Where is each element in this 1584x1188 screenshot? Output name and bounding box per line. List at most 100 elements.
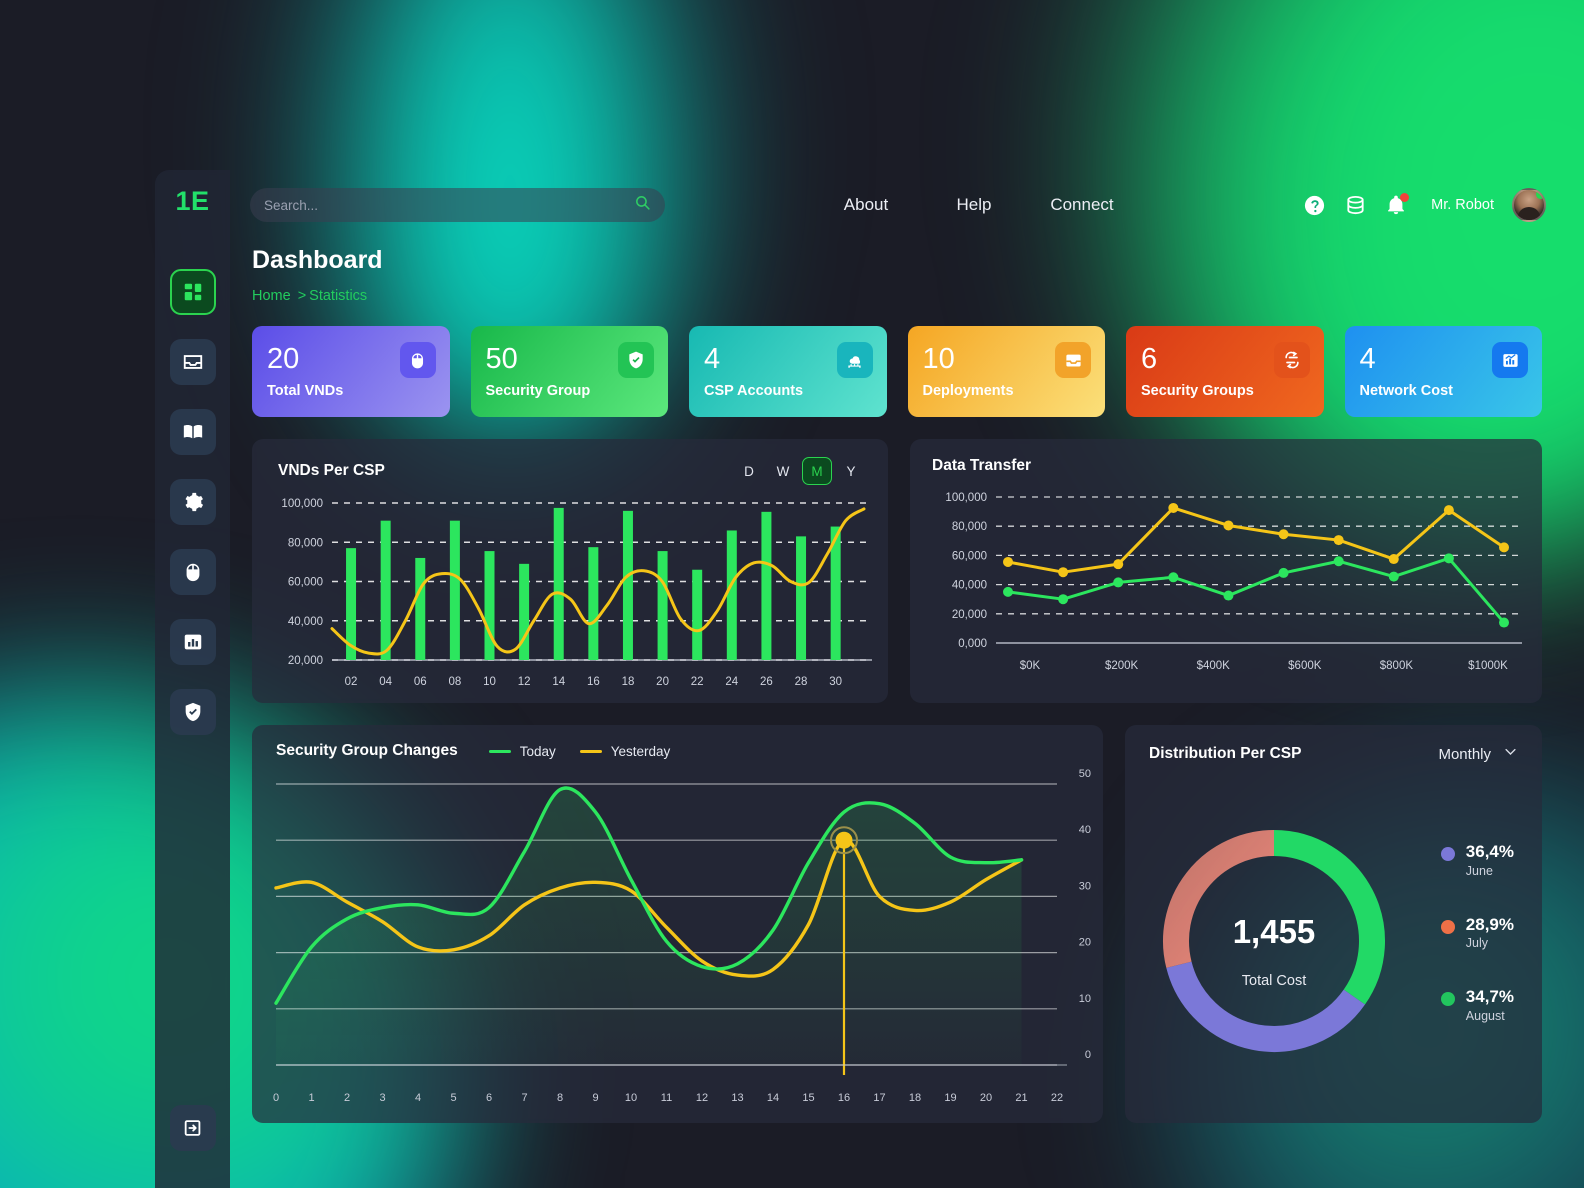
- nav-link-about[interactable]: About: [812, 195, 920, 215]
- svg-text:4: 4: [415, 1092, 421, 1104]
- stat-card-total-vnds[interactable]: 20 Total VNDs: [252, 326, 450, 417]
- data-point: [1223, 590, 1234, 601]
- bar: [657, 551, 668, 660]
- svg-text:100,000: 100,000: [945, 492, 987, 504]
- shield-check-icon: [618, 342, 654, 378]
- stat-card-security-group[interactable]: 50 Security Group: [470, 326, 668, 417]
- stat-card-deployments[interactable]: 10 Deployments: [907, 326, 1105, 417]
- svg-text:20: 20: [980, 1092, 992, 1104]
- data-point: [1499, 542, 1509, 553]
- search-box[interactable]: [250, 188, 665, 222]
- sidebar-item-library[interactable]: [169, 409, 216, 455]
- range-btn-y[interactable]: Y: [836, 457, 866, 485]
- svg-text:7: 7: [521, 1092, 527, 1104]
- stat-label: CSP Accounts: [704, 382, 804, 399]
- topbar-actions: Mr. Robot: [1303, 188, 1546, 222]
- data-point: [1278, 567, 1289, 578]
- svg-text:24: 24: [725, 676, 738, 688]
- svg-text:0: 0: [1085, 1049, 1091, 1061]
- svg-text:80,000: 80,000: [288, 537, 323, 549]
- donut-center-value: 1,455: [1233, 913, 1316, 950]
- sidebar-item-devices[interactable]: [169, 549, 216, 595]
- svg-text:30: 30: [1079, 880, 1091, 892]
- breadcrumb-current[interactable]: Statistics: [309, 288, 367, 304]
- mouse-icon: [182, 561, 204, 583]
- data-point: [1388, 571, 1399, 582]
- legend-swatch: [488, 749, 511, 753]
- chart-vnds-per-csp: 20,000 40,000 60,000 80,000 100,000 02 04 06 08 1…: [281, 498, 872, 688]
- screen: 1E Search... About Help Connect Mr. Robo…: [0, 0, 1584, 1188]
- svg-text:40: 40: [1079, 824, 1091, 836]
- donut-legend-label: August: [1465, 1009, 1505, 1024]
- svg-text:12: 12: [696, 1092, 708, 1104]
- svg-text:40,000: 40,000: [952, 580, 987, 592]
- panel-distribution-per-csp: Distribution Per CSP Monthly 1,455 Total …: [1125, 725, 1542, 1123]
- data-point: [1278, 529, 1289, 540]
- search-icon[interactable]: [634, 194, 651, 216]
- bar: [692, 569, 703, 660]
- range-btn-m[interactable]: M: [802, 457, 832, 485]
- svg-text:08: 08: [448, 676, 461, 688]
- legend-item-yesterday: Yesterday: [579, 744, 670, 759]
- chart-legend: Today Yesterday: [488, 743, 670, 759]
- svg-text:20,000: 20,000: [288, 655, 323, 667]
- donut-legend-percent: 34,7%: [1465, 987, 1514, 1007]
- stat-card-csp-accounts[interactable]: 4 CSP Accounts: [689, 326, 887, 417]
- period-select-value: Monthly: [1438, 745, 1491, 763]
- svg-text:22: 22: [691, 676, 704, 688]
- page-header: Dashboard Home > Statistics: [230, 240, 1580, 304]
- donut-legend-percent: 36,4%: [1465, 842, 1514, 861]
- range-btn-w[interactable]: W: [768, 457, 798, 485]
- breadcrumb-home[interactable]: Home: [252, 288, 291, 304]
- bar: [380, 520, 391, 660]
- app-logo[interactable]: 1E: [175, 186, 209, 217]
- sidebar-item-security[interactable]: [169, 689, 216, 735]
- bell-icon[interactable]: [1385, 193, 1410, 216]
- data-point: [1058, 567, 1069, 578]
- svg-text:14: 14: [552, 676, 565, 688]
- svg-text:02: 02: [345, 676, 358, 688]
- svg-text:2: 2: [344, 1092, 350, 1104]
- nav-link-help[interactable]: Help: [920, 195, 1028, 215]
- svg-text:60,000: 60,000: [952, 550, 987, 562]
- stat-label: Network Cost: [1359, 382, 1453, 399]
- data-point: [1499, 617, 1509, 628]
- bar: [761, 511, 772, 660]
- chart-security-group-changes: 010203040500 1 2 3 4 5 6 7 8 9 10 11 12 13 14 15 16 17 18 1…: [273, 768, 1091, 1104]
- data-point: [1388, 554, 1399, 565]
- search-input[interactable]: [264, 197, 634, 213]
- main-content: About Help Connect: [230, 170, 1580, 1188]
- range-btn-d[interactable]: D: [734, 457, 764, 485]
- avatar[interactable]: [1512, 188, 1546, 222]
- panel-data-transfer: Data Transfer 0,000 20,000 40,000 60,000 80,…: [910, 439, 1542, 703]
- svg-text:9: 9: [592, 1092, 598, 1104]
- panel-title-vnds: VNDs Per CSP: [278, 462, 385, 479]
- stat-card-security-groups[interactable]: 6 Security Groups: [1126, 326, 1324, 417]
- svg-text:$1000K: $1000K: [1468, 660, 1508, 672]
- inbox-icon: [182, 351, 204, 373]
- donut-legend-item-july: 28,9% July: [1440, 915, 1514, 950]
- period-select[interactable]: Monthly: [1438, 744, 1518, 764]
- sidebar-item-dashboard[interactable]: [169, 269, 216, 315]
- stat-cards: 20 Total VNDs 50 Security Group 4 CSP Account…: [230, 304, 1580, 417]
- nav-link-connect[interactable]: Connect: [1028, 195, 1136, 215]
- sidebar-item-reports[interactable]: [169, 619, 216, 665]
- donut-center-label: Total Cost: [1242, 973, 1306, 989]
- data-point: [1058, 594, 1069, 605]
- database-icon[interactable]: [1344, 194, 1367, 217]
- legend-label: Today: [519, 743, 556, 759]
- legend-swatch: [1440, 992, 1455, 1007]
- question-circle-icon[interactable]: [1303, 194, 1326, 217]
- stat-card-network-cost[interactable]: 4 Network Cost: [1344, 326, 1542, 417]
- top-nav: About Help Connect: [812, 195, 1136, 215]
- svg-text:15: 15: [802, 1092, 814, 1104]
- sidebar-item-inbox[interactable]: [169, 339, 216, 385]
- svg-text:1: 1: [308, 1092, 314, 1104]
- donut-legend-item-august: 34,7% August: [1440, 987, 1514, 1024]
- stat-label: Total VNDs: [267, 382, 344, 399]
- legend-swatch: [1440, 919, 1455, 934]
- svg-text:50: 50: [1079, 768, 1091, 780]
- sidebar-item-settings[interactable]: [169, 479, 216, 525]
- bar: [796, 536, 807, 660]
- sidebar-item-logout[interactable]: [169, 1105, 216, 1151]
